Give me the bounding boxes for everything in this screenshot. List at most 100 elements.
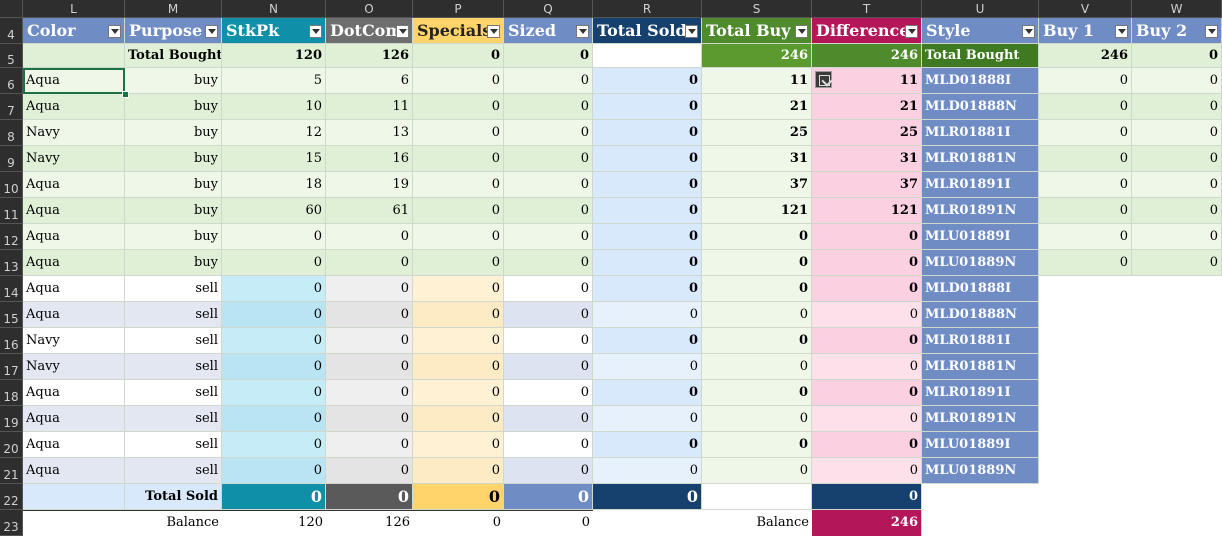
cell-total-sold[interactable]: 0 [593, 276, 702, 302]
total-bought-stkpk[interactable]: 120 [222, 44, 326, 68]
cell-dotcom[interactable]: 61 [326, 198, 413, 224]
cell-total-sold[interactable]: 0 [593, 120, 702, 146]
balance-stkpk[interactable]: 120 [222, 510, 326, 536]
balance-dotcom[interactable]: 126 [326, 510, 413, 536]
cell-purpose[interactable]: buy [125, 68, 222, 94]
cell-color[interactable]: Aqua [23, 432, 125, 458]
cell-style[interactable]: MLU01889N [922, 250, 1039, 276]
cell-color[interactable]: Aqua [23, 198, 125, 224]
cell-total-sold[interactable]: 0 [593, 224, 702, 250]
column-header-r[interactable]: R [593, 0, 702, 18]
cell-dotcom[interactable]: 0 [326, 250, 413, 276]
filter-dropdown-icon[interactable] [309, 25, 322, 38]
cell-stkpk[interactable]: 0 [222, 354, 326, 380]
cell-specials[interactable]: 0 [413, 328, 504, 354]
cell-total-buy[interactable]: 0 [702, 224, 812, 250]
cell-buy-1[interactable]: 0 [1039, 172, 1132, 198]
balance-specials[interactable]: 0 [413, 510, 504, 536]
cell-specials[interactable]: 0 [413, 198, 504, 224]
cell-buy-2[interactable]: 0 [1132, 172, 1222, 198]
cell-color[interactable]: Aqua [23, 458, 125, 484]
row-header-8[interactable]: 8 [0, 120, 23, 146]
cell-dotcom[interactable]: 0 [326, 328, 413, 354]
row-header-13[interactable]: 13 [0, 250, 23, 276]
cell-color[interactable]: Navy [23, 328, 125, 354]
cell-difference[interactable]: 0 [812, 380, 922, 406]
cell-purpose[interactable]: buy [125, 198, 222, 224]
header-difference[interactable]: Difference [812, 18, 922, 44]
cell-difference[interactable]: 0 [812, 354, 922, 380]
row-header-22[interactable]: 22 [0, 484, 23, 510]
total-bought-color[interactable] [23, 44, 125, 68]
total-bought-style[interactable]: Total Bought [922, 44, 1039, 68]
column-header-o[interactable]: O [326, 0, 413, 18]
total-sold-purpose[interactable]: Total Sold [125, 484, 222, 510]
header-buy-1[interactable]: Buy 1 [1039, 18, 1132, 44]
header-buy-2[interactable]: Buy 2 [1132, 18, 1222, 44]
row-header-23[interactable]: 23 [0, 510, 23, 536]
cell-buy-1[interactable]: 0 [1039, 94, 1132, 120]
filter-dropdown-icon[interactable] [795, 25, 808, 38]
total-bought-specials[interactable]: 0 [413, 44, 504, 68]
cell-style[interactable]: MLD01888I [922, 68, 1039, 94]
row-header-15[interactable]: 15 [0, 302, 23, 328]
filter-dropdown-icon[interactable] [108, 25, 121, 38]
cell-purpose[interactable]: buy [125, 172, 222, 198]
cell-dotcom[interactable]: 0 [326, 276, 413, 302]
cell-specials[interactable]: 0 [413, 250, 504, 276]
balance-purpose[interactable]: Balance [125, 510, 222, 536]
filter-dropdown-icon[interactable] [685, 25, 698, 38]
cell-difference[interactable]: 37 [812, 172, 922, 198]
row-header-21[interactable]: 21 [0, 458, 23, 484]
cell-sized[interactable]: 0 [504, 458, 593, 484]
cell-purpose[interactable]: sell [125, 458, 222, 484]
cell-sized[interactable]: 0 [504, 224, 593, 250]
cell-difference[interactable]: 0 [812, 276, 922, 302]
cell-dotcom[interactable]: 6 [326, 68, 413, 94]
cell-specials[interactable]: 0 [413, 406, 504, 432]
total-bought-sized[interactable]: 0 [504, 44, 593, 68]
total-sold-specials[interactable]: 0 [413, 484, 504, 510]
select-all-corner[interactable] [0, 0, 23, 18]
cell-stkpk[interactable]: 60 [222, 198, 326, 224]
total-bought-total-sold[interactable] [593, 44, 702, 68]
cell-total-buy[interactable]: 25 [702, 120, 812, 146]
cell-total-sold[interactable]: 0 [593, 406, 702, 432]
quick-analysis-icon[interactable] [815, 71, 832, 88]
cell-stkpk[interactable]: 0 [222, 458, 326, 484]
cell-stkpk[interactable]: 0 [222, 276, 326, 302]
cell-buy-1[interactable]: 0 [1039, 224, 1132, 250]
cell-total-sold[interactable]: 0 [593, 250, 702, 276]
cell-total-buy[interactable]: 0 [702, 302, 812, 328]
cell-purpose[interactable]: buy [125, 120, 222, 146]
cell-style[interactable]: MLR01891N [922, 198, 1039, 224]
cell-difference[interactable]: 25 [812, 120, 922, 146]
cell-dotcom[interactable]: 19 [326, 172, 413, 198]
total-bought-total-buy[interactable]: 246 [702, 44, 812, 68]
cell-buy-2[interactable]: 0 [1132, 198, 1222, 224]
cell-difference[interactable]: 121 [812, 198, 922, 224]
cell-specials[interactable]: 0 [413, 94, 504, 120]
column-header-p[interactable]: P [413, 0, 504, 18]
cell-stkpk[interactable]: 0 [222, 328, 326, 354]
cell-difference[interactable]: 21 [812, 94, 922, 120]
cell-total-buy[interactable]: 0 [702, 406, 812, 432]
total-sold-total-sold[interactable]: 0 [593, 484, 702, 510]
total-bought-buy-2[interactable]: 0 [1132, 44, 1222, 68]
fill-handle[interactable] [122, 91, 129, 98]
cell-buy-2[interactable]: 0 [1132, 120, 1222, 146]
cell-buy-1[interactable]: 0 [1039, 146, 1132, 172]
row-header-12[interactable]: 12 [0, 224, 23, 250]
cell-buy-2[interactable]: 0 [1132, 94, 1222, 120]
cell-dotcom[interactable]: 0 [326, 458, 413, 484]
row-header-6[interactable]: 6 [0, 68, 23, 94]
header-sized[interactable]: Sized [504, 18, 593, 44]
cell-stkpk[interactable]: 0 [222, 432, 326, 458]
cell-buy-1[interactable]: 0 [1039, 250, 1132, 276]
total-sold-difference[interactable]: 0 [812, 484, 922, 510]
cell-difference[interactable]: 0 [812, 250, 922, 276]
header-specials[interactable]: Specials [413, 18, 504, 44]
cell-total-sold[interactable]: 0 [593, 198, 702, 224]
cell-style[interactable]: MLR01881N [922, 354, 1039, 380]
row-header-19[interactable]: 19 [0, 406, 23, 432]
